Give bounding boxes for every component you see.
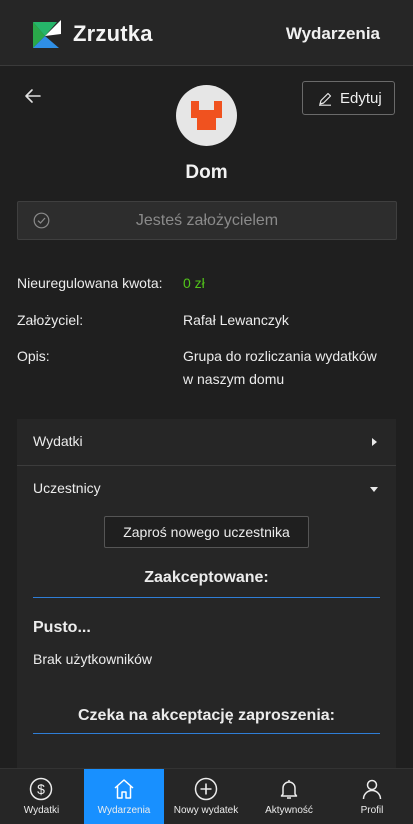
edit-label: Edytuj — [340, 90, 382, 107]
founder-status-banner: Jesteś założycielem — [17, 201, 397, 240]
nav-label-new-expense: Nowy wydatek — [173, 805, 239, 816]
group-details: Edytuj Dom Jesteś założycielem Nieuregul… — [0, 67, 413, 768]
description-label: Opis: — [17, 348, 50, 364]
description-value-line-2: w naszym domu — [183, 371, 285, 387]
bottom-navigation: $ Wydatki Wydarzenia Nowy wydatek Aktywn… — [0, 768, 413, 824]
participants-panel-label: Uczestnicy — [33, 480, 101, 496]
events-nav-link[interactable]: Wydarzenia — [286, 24, 380, 44]
founder-status-text: Jesteś założycielem — [135, 212, 279, 229]
founder-label: Założyciel: — [17, 312, 84, 328]
nav-item-new-expense[interactable]: Nowy wydatek — [166, 769, 246, 824]
nav-item-profile[interactable]: Profil — [331, 769, 413, 824]
expenses-panel-header[interactable]: Wydatki — [17, 419, 396, 465]
nav-item-expenses[interactable]: $ Wydatki — [0, 769, 83, 824]
pencil-icon — [319, 92, 332, 106]
accepted-heading: Zaakceptowane: — [144, 569, 269, 586]
pending-divider — [33, 733, 380, 734]
svg-text:$: $ — [37, 781, 45, 797]
dollar-icon: $ — [29, 777, 53, 801]
invite-participant-button[interactable]: Zaproś nowego uczestnika — [104, 516, 309, 548]
description-value-line-1: Grupa do rozliczania wydatków — [183, 348, 377, 364]
back-arrow-icon[interactable] — [22, 85, 44, 107]
bell-icon — [280, 780, 298, 799]
brand-name[interactable]: Zrzutka — [73, 21, 153, 47]
caret-down-icon — [370, 487, 378, 492]
zrzutka-logo-icon[interactable] — [31, 20, 63, 50]
founder-value: Rafał Lewanczyk — [183, 312, 289, 328]
nav-item-activity[interactable]: Aktywność — [248, 769, 330, 824]
unsettled-amount-value: 0 zł — [183, 275, 205, 291]
top-app-bar: Zrzutka Wydarzenia — [0, 0, 413, 66]
house-group-icon — [191, 101, 222, 130]
group-collapse-panel: Wydatki Uczestnicy Zaproś nowego uczestn… — [17, 419, 396, 768]
caret-right-icon — [372, 438, 377, 446]
participants-panel-header[interactable]: Uczestnicy — [17, 466, 396, 512]
group-title: Dom — [185, 162, 228, 183]
pending-heading: Czeka na akceptację zaproszenia: — [77, 707, 335, 724]
nav-label-profile: Profil — [360, 805, 384, 816]
empty-state-text: Brak użytkowników — [33, 651, 153, 667]
plus-circle-icon — [194, 777, 218, 801]
nav-label-activity: Aktywność — [265, 805, 313, 816]
empty-state-title: Pusto... — [33, 619, 91, 636]
edit-button[interactable]: Edytuj — [302, 81, 395, 115]
user-icon — [362, 779, 382, 800]
nav-label-expenses: Wydatki — [23, 805, 60, 816]
accepted-divider — [33, 597, 380, 598]
group-avatar — [176, 85, 237, 146]
unsettled-amount-label: Nieuregulowana kwota: — [17, 275, 163, 291]
expenses-panel-label: Wydatki — [33, 433, 83, 449]
nav-label-events: Wydarzenia — [97, 805, 151, 816]
nav-item-events[interactable]: Wydarzenia — [84, 769, 164, 824]
home-icon — [114, 779, 134, 799]
